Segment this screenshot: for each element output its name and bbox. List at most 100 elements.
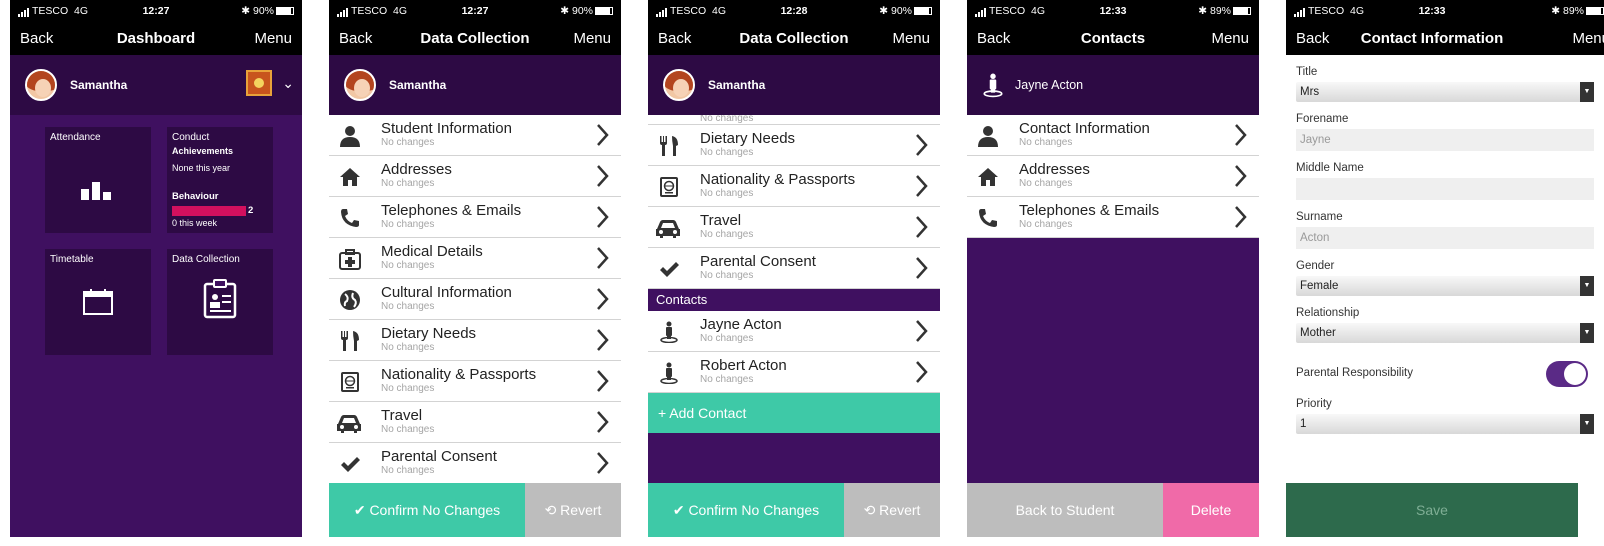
confirm-no-changes-button[interactable]: ✔ Confirm No Changes (648, 483, 844, 537)
gender-label: Gender (1296, 260, 1335, 272)
list-item-travel[interactable]: Travel No changes (329, 402, 621, 443)
phone-contact-information: TESCO 4G 12:33 ✱ 89% Back Contact Inform… (1286, 0, 1604, 537)
student-header: Samantha (648, 55, 940, 115)
status-bar: TESCO 4G 12:27 ✱ 90% (10, 0, 302, 22)
globe-icon (340, 290, 360, 310)
avatar (663, 69, 695, 101)
list-item-dietary-needs[interactable]: Dietary Needs No changes (329, 320, 621, 361)
back-button[interactable]: Back (1296, 30, 1329, 47)
chevron-right-icon (597, 411, 609, 433)
nav-bar: Back Dashboard Menu (10, 22, 302, 55)
revert-button[interactable]: ⟲ Revert (525, 483, 621, 537)
row-title: Dietary Needs (700, 130, 796, 147)
priority-select[interactable]: 1 ▼ (1296, 414, 1594, 434)
phone-icon (341, 209, 359, 227)
dropdown-arrow-icon: ▼ (1580, 276, 1594, 296)
chevron-right-icon (597, 247, 609, 269)
phone-data-collection: TESCO 4G 12:27 ✱ 90% Back Data Collectio… (329, 0, 621, 537)
middle-name-field[interactable] (1296, 178, 1594, 200)
back-to-student-button[interactable]: Back to Student (967, 483, 1163, 537)
tile-attendance[interactable]: Attendance (45, 127, 151, 233)
list-item-cultural-information[interactable]: Cultural Information No changes (329, 279, 621, 320)
row-status: No changes (381, 260, 435, 271)
gender-select[interactable]: Female ▼ (1296, 276, 1594, 296)
list-item-contact[interactable]: Robert Acton No changes (648, 352, 940, 393)
menu-button[interactable]: Menu (892, 30, 930, 47)
title-select[interactable]: Mrs ▼ (1296, 82, 1594, 102)
back-button[interactable]: Back (977, 30, 1010, 47)
nav-bar: Back Contact Information Menu (1286, 22, 1604, 55)
relationship-select[interactable]: Mother ▼ (1296, 323, 1594, 343)
surname-field[interactable]: Acton (1296, 227, 1594, 249)
back-button[interactable]: Back (339, 30, 372, 47)
chevron-right-icon (916, 361, 928, 383)
avatar (25, 69, 57, 101)
student-header[interactable]: Samantha ⌄ (10, 55, 302, 115)
title-value: Mrs (1300, 86, 1320, 98)
row-status: No changes (381, 301, 435, 312)
back-button[interactable]: Back (658, 30, 691, 47)
row-title: Student Information (381, 120, 512, 137)
menu-button[interactable]: Menu (573, 30, 611, 47)
list-item-student-information[interactable]: Student Information No changes (329, 115, 621, 156)
list-item-telephones-emails[interactable]: Telephones & Emails No changes (329, 197, 621, 238)
person-standing-icon (983, 73, 1003, 98)
list-item-telephones-emails[interactable]: Telephones & Emails No changes (967, 197, 1259, 238)
list-item-dietary-needs[interactable]: Dietary Needs No changes (648, 125, 940, 166)
add-contact-button[interactable]: + Add Contact (648, 393, 940, 433)
phone-dashboard: TESCO 4G 12:27 ✱ 90% Back Dashboard Menu… (10, 0, 302, 537)
delete-button[interactable]: Delete (1163, 483, 1259, 537)
bar-chart-icon (45, 182, 151, 205)
row-status: No changes (700, 229, 754, 240)
chevron-right-icon (597, 452, 609, 474)
forename-field[interactable]: Jayne (1296, 129, 1594, 151)
list-item-parental-consent[interactable]: Parental Consent No changes (329, 443, 621, 484)
passport-icon (660, 177, 678, 197)
list-item-contact-information[interactable]: Contact Information No changes (967, 115, 1259, 156)
chevron-down-icon[interactable]: ⌄ (282, 75, 294, 92)
chevron-right-icon (1235, 206, 1247, 228)
section-list: No changes Dietary Needs No changes Nati… (648, 115, 940, 289)
status-bar: TESCO 4G 12:33 ✱ 89% (1286, 0, 1604, 22)
row-title: Parental Consent (381, 448, 497, 465)
list-item-parental-consent[interactable]: Parental Consent No changes (648, 248, 940, 289)
parental-responsibility-toggle[interactable] (1546, 361, 1588, 387)
row-status: No changes (381, 465, 435, 476)
bluetooth-icon: ✱ (560, 5, 570, 17)
menu-button[interactable]: Menu (254, 30, 292, 47)
confirm-no-changes-button[interactable]: ✔ Confirm No Changes (329, 483, 525, 537)
chevron-right-icon (597, 165, 609, 187)
revert-button[interactable]: ⟲ Revert (844, 483, 940, 537)
action-bar: ✔ Confirm No Changes ⟲ Revert (329, 483, 621, 537)
list-item-nationality-passports[interactable]: Nationality & Passports No changes (648, 166, 940, 207)
back-button[interactable]: Back (20, 30, 53, 47)
person-standing-icon (660, 321, 678, 343)
row-title: Contact Information (1019, 120, 1150, 137)
list-item-contact[interactable]: Jayne Acton No changes (648, 311, 940, 352)
list-item-partial[interactable]: No changes (648, 115, 940, 125)
home-icon (340, 168, 360, 186)
tile-data-collection[interactable]: Data Collection (167, 249, 273, 355)
tile-timetable[interactable]: Timetable (45, 249, 151, 355)
contact-name: Jayne Acton (1015, 78, 1084, 92)
list-item-travel[interactable]: Travel No changes (648, 207, 940, 248)
row-title: Telephones & Emails (381, 202, 522, 219)
list-item-medical-details[interactable]: Medical Details No changes (329, 238, 621, 279)
menu-button[interactable]: Menu (1211, 30, 1249, 47)
status-bar: TESCO 4G 12:28 ✱ 90% (648, 0, 940, 22)
row-title: Telephones & Emails (1019, 202, 1160, 219)
bluetooth-icon: ✱ (1198, 5, 1208, 17)
tile-label: Data Collection (172, 254, 240, 265)
clipboard-icon (167, 279, 273, 324)
relationship-label: Relationship (1296, 307, 1360, 319)
menu-button[interactable]: Menu (1572, 30, 1604, 47)
row-status: No changes (1019, 137, 1073, 148)
row-title: Robert Acton (700, 357, 787, 374)
phone-contacts: TESCO 4G 12:33 ✱ 89% Back Contacts Menu … (967, 0, 1259, 537)
list-item-nationality-passports[interactable]: Nationality & Passports No changes (329, 361, 621, 402)
tile-conduct[interactable]: Conduct Achievements None this year Beha… (167, 127, 273, 233)
save-button[interactable]: Save (1286, 483, 1578, 537)
list-item-addresses[interactable]: Addresses No changes (967, 156, 1259, 197)
list-item-addresses[interactable]: Addresses No changes (329, 156, 621, 197)
action-bar: Save (1286, 483, 1604, 537)
